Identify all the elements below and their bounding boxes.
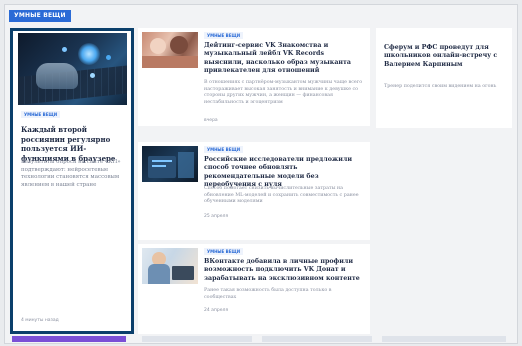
news-card[interactable]: УМНЫЕ ВЕЩИ Дейтинг-сервис VK Знакомства … — [138, 28, 370, 126]
news-card[interactable]: УМНЫЕ ВЕЩИ ВКонтакте добавила в личные п… — [138, 244, 370, 334]
news-thumbnail — [142, 146, 198, 182]
news-description: Ранее такая возможность была доступна то… — [204, 288, 332, 300]
article-tag[interactable]: УМНЫЕ ВЕЩИ — [204, 32, 244, 39]
section-label[interactable]: УМНЫЕ ВЕЩИ — [9, 10, 71, 22]
news-title[interactable]: Российские исследователи предложили спос… — [204, 156, 364, 190]
news-time: 25 апреля — [204, 214, 229, 219]
next-card-edge — [12, 336, 126, 342]
next-card-edge — [142, 336, 252, 342]
side-article-title[interactable]: Сферум и РФС проведут для школьников онл… — [384, 44, 504, 69]
next-card-edge — [382, 336, 506, 342]
news-card[interactable]: УМНЫЕ ВЕЩИ Российские исследователи пред… — [138, 142, 370, 240]
news-thumbnail — [142, 32, 198, 68]
featured-article-card[interactable]: УМНЫЕ ВЕЩИ Каждый второй россиянин регул… — [10, 28, 134, 334]
news-time: 24 апреля — [204, 308, 229, 313]
article-tag[interactable]: УМНЫЕ ВЕЩИ — [21, 111, 61, 118]
article-tag[interactable]: УМНЫЕ ВЕЩИ — [204, 248, 244, 255]
news-thumbnail — [142, 248, 198, 284]
featured-article-image — [18, 33, 127, 105]
next-card-edge — [262, 336, 372, 342]
news-description: В отношениях с партнёром-музыкантом мужч… — [204, 80, 363, 105]
side-article-description: Тренер поделится своим видением на огонь — [384, 84, 497, 89]
article-tag[interactable]: УМНЫЕ ВЕЩИ — [204, 146, 244, 153]
side-article-card[interactable]: Сферум и РФС проведут для школьников онл… — [376, 28, 512, 128]
featured-article-time: 4 минуты назад — [21, 318, 59, 323]
news-title[interactable]: Дейтинг-сервис VK Знакомства и музыкальн… — [204, 42, 364, 76]
news-description: Способ помогает снизить вычислительные з… — [204, 186, 359, 205]
featured-article-description: Результаты опроса на сайте «КП» подтверж… — [21, 159, 121, 188]
news-time: вчера — [204, 118, 218, 123]
featured-article-title[interactable]: Каждый второй россиянин регулярно пользу… — [21, 125, 127, 163]
news-title[interactable]: ВКонтакте добавила в личные профили возм… — [204, 258, 364, 283]
